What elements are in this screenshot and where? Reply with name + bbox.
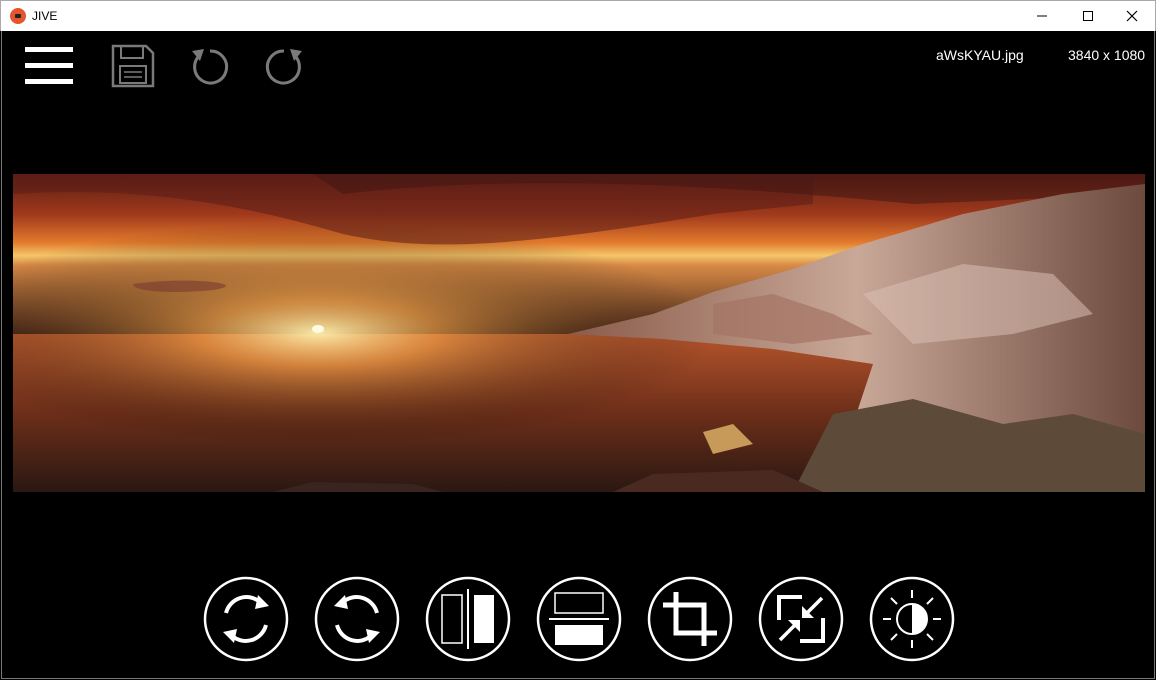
maximize-icon <box>1083 11 1093 21</box>
flip-vertical-icon <box>536 576 622 662</box>
flip-horizontal-icon <box>425 576 511 662</box>
minimize-button[interactable] <box>1019 1 1065 31</box>
photo-canvas[interactable] <box>13 174 1145 492</box>
crop-button[interactable] <box>647 576 733 662</box>
rotate-right-button[interactable] <box>314 576 400 662</box>
flip-vertical-button[interactable] <box>536 576 622 662</box>
undo-icon <box>192 49 229 85</box>
app-camera-icon <box>10 8 26 24</box>
window-titlebar: JIVE <box>0 0 1156 31</box>
menu-button[interactable] <box>24 45 74 94</box>
maximize-button[interactable] <box>1065 1 1111 31</box>
window-title: JIVE <box>32 9 58 23</box>
floppy-disk-icon <box>111 44 155 88</box>
rotate-left-button[interactable] <box>203 576 289 662</box>
redo-icon <box>265 49 302 85</box>
sunset-coast-photo <box>13 174 1145 492</box>
image-dimensions: 3840 x 1080 <box>1068 47 1146 63</box>
editor-content: aWsKYAU.jpg 3840 x 1080 <box>1 31 1155 679</box>
undo-button[interactable] <box>188 45 232 94</box>
hamburger-menu-icon <box>25 47 73 84</box>
flip-horizontal-button[interactable] <box>425 576 511 662</box>
rotate-left-icon <box>203 576 289 662</box>
file-name: aWsKYAU.jpg <box>936 47 1024 63</box>
resize-icon <box>758 576 844 662</box>
close-icon <box>1126 10 1138 22</box>
edit-toolbar <box>2 576 1154 666</box>
close-button[interactable] <box>1109 1 1155 31</box>
save-button[interactable] <box>110 43 156 94</box>
redo-button[interactable] <box>262 45 306 94</box>
minimize-icon <box>1037 15 1047 17</box>
brightness-icon <box>869 576 955 662</box>
rotate-right-icon <box>314 576 400 662</box>
crop-icon <box>647 576 733 662</box>
brightness-button[interactable] <box>869 576 955 662</box>
resize-button[interactable] <box>758 576 844 662</box>
